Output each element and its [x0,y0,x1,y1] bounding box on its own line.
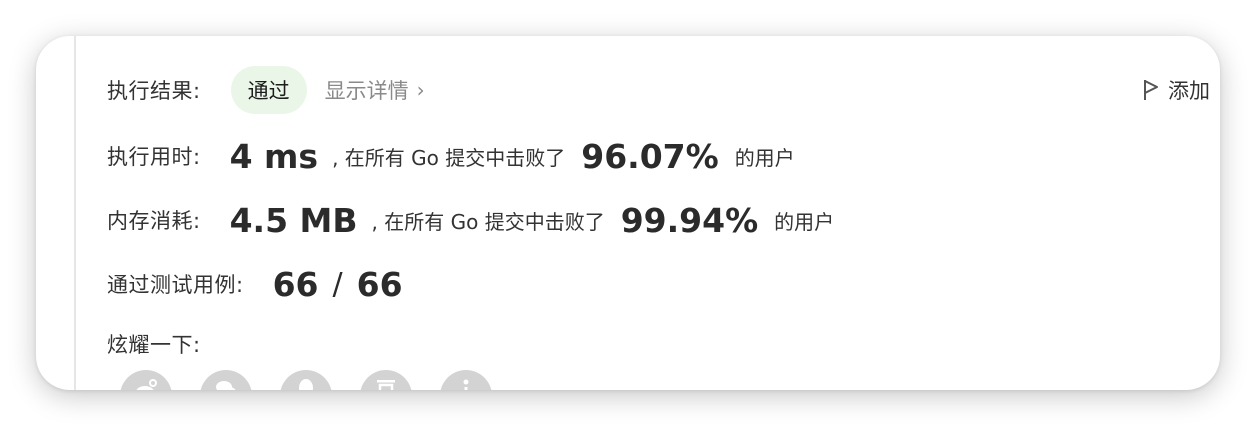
add-note-button[interactable]: 添加 [1142,74,1210,106]
douban-icon[interactable] [360,370,412,390]
share-label: 炫耀一下: [107,333,201,357]
memory-value: 4.5 MB [229,200,358,240]
testcases-row: 通过测试用例: 66 / 66 [107,264,403,304]
show-details-label: 显示详情 [324,79,409,103]
more-icon[interactable] [440,370,492,390]
result-row: 执行结果: 通过 显示详情 › [107,66,425,114]
runtime-value: 4 ms [229,136,319,176]
memory-percent: 99.94% [620,200,759,240]
wechat-icon[interactable] [200,370,252,390]
result-label: 执行结果: [107,79,201,103]
runtime-percent: 96.07% [581,136,719,176]
testcases-separator: / [332,266,343,302]
qq-icon[interactable] [280,370,332,390]
testcases-total: 66 [356,264,403,304]
left-divider [74,36,76,390]
testcases-passed: 66 [272,264,319,304]
memory-suffix: 的用户 [774,209,835,234]
runtime-row: 执行用时: 4 ms , 在所有 Go 提交中击败了 96.07% 的用户 [107,136,795,176]
memory-label: 内存消耗: [107,209,201,233]
show-details-link[interactable]: 显示详情 › [325,75,425,105]
add-note-label: 添加 [1168,79,1210,103]
testcases-label: 通过测试用例: [107,273,244,297]
status-badge: 通过 [230,66,307,114]
submission-result-card: 执行结果: 通过 显示详情 › 添加 执行用时: 4 ms , 在所有 Go 提… [36,36,1220,390]
memory-beat-text: , 在所有 Go 提交中击败了 [371,209,605,234]
runtime-beat-text: , 在所有 Go 提交中击败了 [332,145,566,170]
runtime-label: 执行用时: [107,145,201,169]
weibo-icon[interactable] [120,370,172,390]
runtime-suffix: 的用户 [734,145,795,170]
flag-icon [1144,80,1158,100]
share-row: 炫耀一下: [107,328,201,360]
memory-row: 内存消耗: 4.5 MB , 在所有 Go 提交中击败了 99.94% 的用户 [107,200,834,240]
chevron-right-icon: › [416,78,425,102]
